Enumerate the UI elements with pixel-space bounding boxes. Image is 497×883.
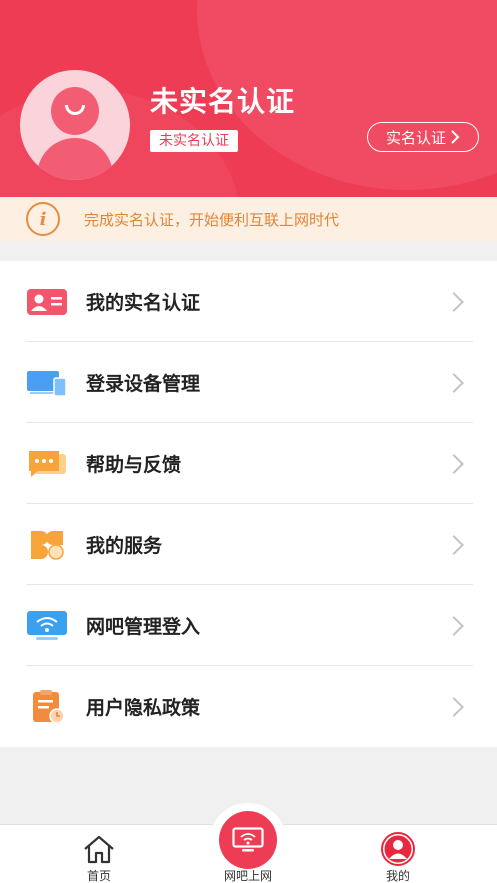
settings-menu: 我的实名认证 登录设备管理 帮助与反馈 我的服务 网吧管理登入 用户隐私政策 [0, 261, 497, 747]
tab-label: 网吧上网 [223, 869, 272, 883]
menu-item-devices[interactable]: 登录设备管理 [0, 342, 497, 423]
chevron-right-icon [444, 453, 464, 474]
menu-item-label: 我的服务 [86, 535, 163, 557]
menu-item-label: 用户隐私政策 [86, 697, 201, 719]
tab-home[interactable]: 首页 [44, 825, 154, 883]
real-name-verify-button[interactable]: 实名认证 [367, 122, 479, 152]
notice-text: 完成实名认证，开始便利互联上网时代 [84, 210, 340, 229]
chevron-right-icon [451, 130, 460, 144]
menu-item-label: 网吧管理登入 [86, 616, 201, 638]
tab-mine[interactable]: 我的 [343, 825, 453, 883]
menu-item-my-services[interactable]: 我的服务 [0, 504, 497, 585]
wifi-monitor-icon [232, 827, 264, 852]
menu-item-netcafe-admin[interactable]: 网吧管理登入 [0, 585, 497, 666]
internet-center-button[interactable] [219, 811, 277, 869]
menu-item-real-name[interactable]: 我的实名认证 [0, 261, 497, 342]
chevron-right-icon [444, 615, 464, 636]
profile-header: 未实名认证 未实名认证 实名认证 [0, 0, 497, 197]
avatar-body [37, 138, 113, 180]
chevron-right-icon [444, 534, 464, 555]
chevron-right-icon [444, 291, 464, 312]
verification-notice[interactable]: i 完成实名认证，开始便利互联上网时代 [0, 197, 497, 241]
avatar-smile [65, 105, 85, 115]
bottom-tab-bar: 首页 网吧上网 我的 [0, 803, 497, 883]
clover-grid-icon [26, 527, 68, 563]
tab-label: 我的 [385, 869, 410, 883]
tab-label: 首页 [86, 869, 111, 883]
devices-icon [26, 365, 68, 401]
user-avatar-icon [381, 832, 415, 866]
menu-item-help-feedback[interactable]: 帮助与反馈 [0, 423, 497, 504]
menu-item-label: 我的实名认证 [86, 292, 201, 314]
menu-item-label: 登录设备管理 [86, 373, 201, 395]
chevron-right-icon [444, 372, 464, 393]
wifi-monitor-icon [26, 608, 68, 644]
avatar[interactable] [20, 70, 130, 180]
user-name: 未实名认证 [150, 85, 296, 118]
chat-bubble-icon [26, 446, 68, 482]
home-icon [84, 835, 114, 864]
avatar-head [51, 87, 99, 135]
verify-button-label: 实名认证 [385, 128, 446, 147]
info-icon: i [26, 202, 60, 236]
chevron-right-icon [444, 696, 464, 717]
menu-item-label: 帮助与反馈 [86, 454, 182, 476]
verification-status-badge: 未实名认证 [150, 130, 238, 152]
id-card-icon [26, 284, 68, 320]
menu-item-privacy-policy[interactable]: 用户隐私政策 [0, 666, 497, 747]
clipboard-clock-icon [26, 689, 68, 725]
